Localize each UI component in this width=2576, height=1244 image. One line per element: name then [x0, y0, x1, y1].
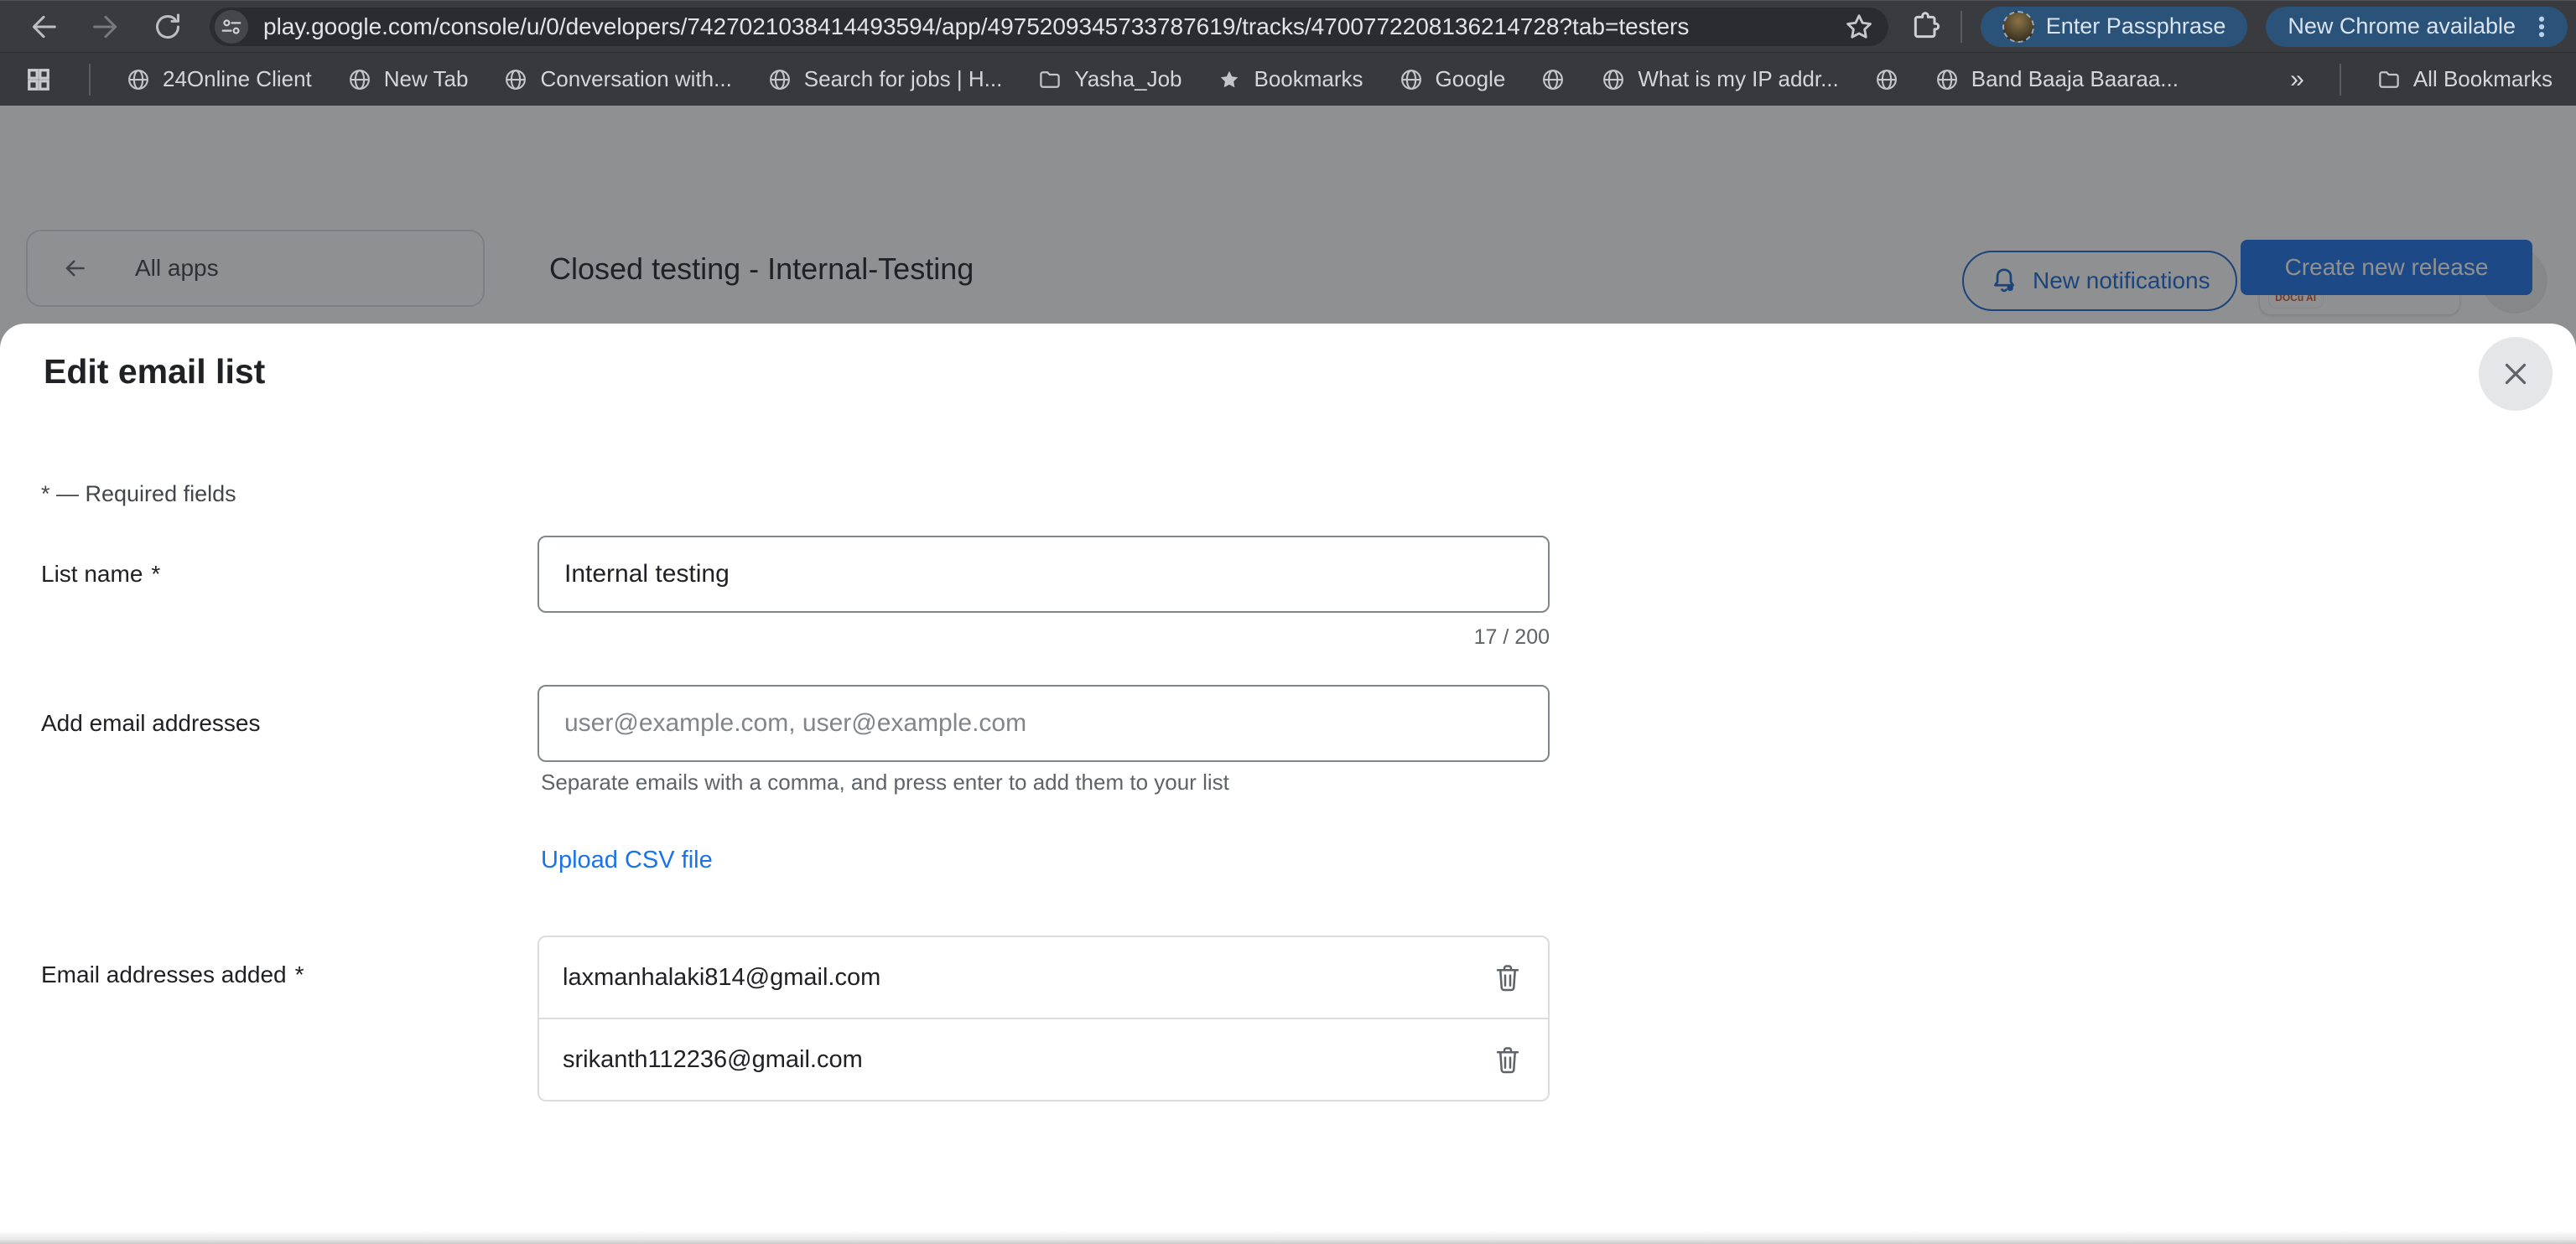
bookmark-label: 24Online Client — [163, 66, 312, 92]
globe-icon — [126, 67, 151, 92]
globe-icon — [347, 67, 372, 92]
profile-avatar — [2002, 11, 2034, 43]
bookmark-label: Bookmarks — [1254, 66, 1363, 92]
trash-icon — [1492, 962, 1524, 993]
bookmark-label: Conversation with... — [540, 66, 731, 92]
bookmark-item[interactable]: 24Online Client — [126, 66, 312, 92]
bookmark-label: Yasha_Job — [1074, 66, 1182, 92]
globe-icon — [767, 67, 792, 92]
added-emails-list: laxmanhalaki814@gmail.com srikanth112236… — [538, 936, 1550, 1101]
add-email-addresses-label: Add email addresses — [41, 710, 260, 737]
bookmarks-divider-right — [2340, 64, 2341, 96]
bookmark-label: What is my IP addr... — [1638, 66, 1838, 92]
globe-icon — [1540, 67, 1566, 92]
trash-icon — [1492, 1044, 1524, 1076]
bookmark-star-icon[interactable] — [1843, 11, 1875, 43]
bookmark-label: Google — [1436, 66, 1506, 92]
refresh-button[interactable] — [149, 8, 186, 45]
new-chrome-label: New Chrome available — [2288, 13, 2516, 39]
modal-title: Edit email list — [44, 352, 265, 391]
email-input-helper-text: Separate emails with a comma, and press … — [541, 770, 1229, 796]
bookmark-label: Search for jobs | H... — [804, 66, 1003, 92]
enter-passphrase-button[interactable]: Enter Passphrase — [1981, 7, 2248, 47]
required-fields-note: * — Required fields — [41, 481, 236, 507]
back-button[interactable] — [25, 8, 62, 45]
star-icon — [1217, 67, 1242, 92]
delete-email-button[interactable] — [1486, 1038, 1530, 1081]
bookmark-item[interactable]: Yasha_Job — [1037, 66, 1182, 92]
browser-toolbar: play.google.com/console/u/0/developers/7… — [0, 0, 2576, 52]
email-list-item: laxmanhalaki814@gmail.com — [539, 937, 1548, 1018]
all-bookmarks-label: All Bookmarks — [2413, 66, 2553, 92]
enter-passphrase-label: Enter Passphrase — [2046, 13, 2226, 39]
edit-email-list-modal: Edit email list * — Required fields List… — [0, 324, 2576, 1244]
url-text: play.google.com/console/u/0/developers/7… — [263, 13, 1843, 40]
modal-footer-edge — [0, 1231, 2576, 1244]
list-name-input[interactable] — [538, 536, 1550, 613]
forward-button[interactable] — [87, 8, 124, 45]
globe-icon — [1935, 67, 1960, 92]
delete-email-button[interactable] — [1486, 956, 1530, 999]
browser-menu-icon[interactable] — [2527, 13, 2556, 41]
bookmark-item[interactable]: Search for jobs | H... — [767, 66, 1003, 92]
required-asterisk: * — [151, 561, 160, 587]
bookmark-item[interactable]: New Tab — [347, 66, 469, 92]
folder-icon — [1037, 67, 1062, 92]
address-bar[interactable]: play.google.com/console/u/0/developers/7… — [210, 8, 1888, 46]
globe-icon — [503, 67, 528, 92]
bookmarks-divider — [89, 64, 91, 96]
email-list-item: srikanth112236@gmail.com — [539, 1018, 1548, 1100]
new-chrome-available-button[interactable]: New Chrome available — [2266, 7, 2568, 47]
apps-grid-icon[interactable] — [23, 65, 54, 95]
close-icon — [2501, 359, 2531, 389]
bookmark-label: New Tab — [384, 66, 469, 92]
add-email-addresses-input[interactable] — [538, 685, 1550, 762]
bookmark-item[interactable]: Conversation with... — [503, 66, 731, 92]
upload-csv-link[interactable]: Upload CSV file — [541, 847, 713, 874]
close-button[interactable] — [2479, 337, 2553, 411]
bookmarks-overflow-chevron[interactable]: » — [2290, 65, 2304, 94]
bookmark-label: Band Baaja Baaraa... — [1971, 66, 2179, 92]
bookmark-item[interactable]: Bookmarks — [1217, 66, 1363, 92]
globe-icon — [1874, 67, 1899, 92]
extensions-icon[interactable] — [1909, 10, 1942, 44]
character-counter: 17 / 200 — [538, 625, 1550, 650]
required-asterisk: * — [295, 962, 304, 987]
nav-buttons — [0, 8, 210, 45]
all-bookmarks-button[interactable]: All Bookmarks — [2376, 66, 2553, 92]
toolbar-divider — [1961, 11, 1962, 43]
email-address: srikanth112236@gmail.com — [563, 1046, 1486, 1074]
bookmarks-bar: 24Online Client New Tab Conversation wit… — [0, 52, 2576, 106]
bookmark-item[interactable]: Google — [1399, 66, 1506, 92]
list-name-label: List name* — [41, 561, 160, 588]
bookmark-item[interactable]: Band Baaja Baaraa... — [1935, 66, 2179, 92]
bookmark-item[interactable]: What is my IP addr... — [1601, 66, 1838, 92]
folder-icon — [2376, 67, 2402, 92]
bookmark-item[interactable] — [1540, 67, 1566, 92]
email-addresses-added-label: Email addresses added* — [41, 962, 304, 988]
site-settings-icon[interactable] — [215, 10, 248, 44]
globe-icon — [1601, 67, 1626, 92]
email-address: laxmanhalaki814@gmail.com — [563, 964, 1486, 992]
bookmark-item[interactable] — [1874, 67, 1899, 92]
toolbar-right-cluster: Enter Passphrase New Chrome available — [1888, 7, 2576, 47]
globe-icon — [1399, 67, 1424, 92]
